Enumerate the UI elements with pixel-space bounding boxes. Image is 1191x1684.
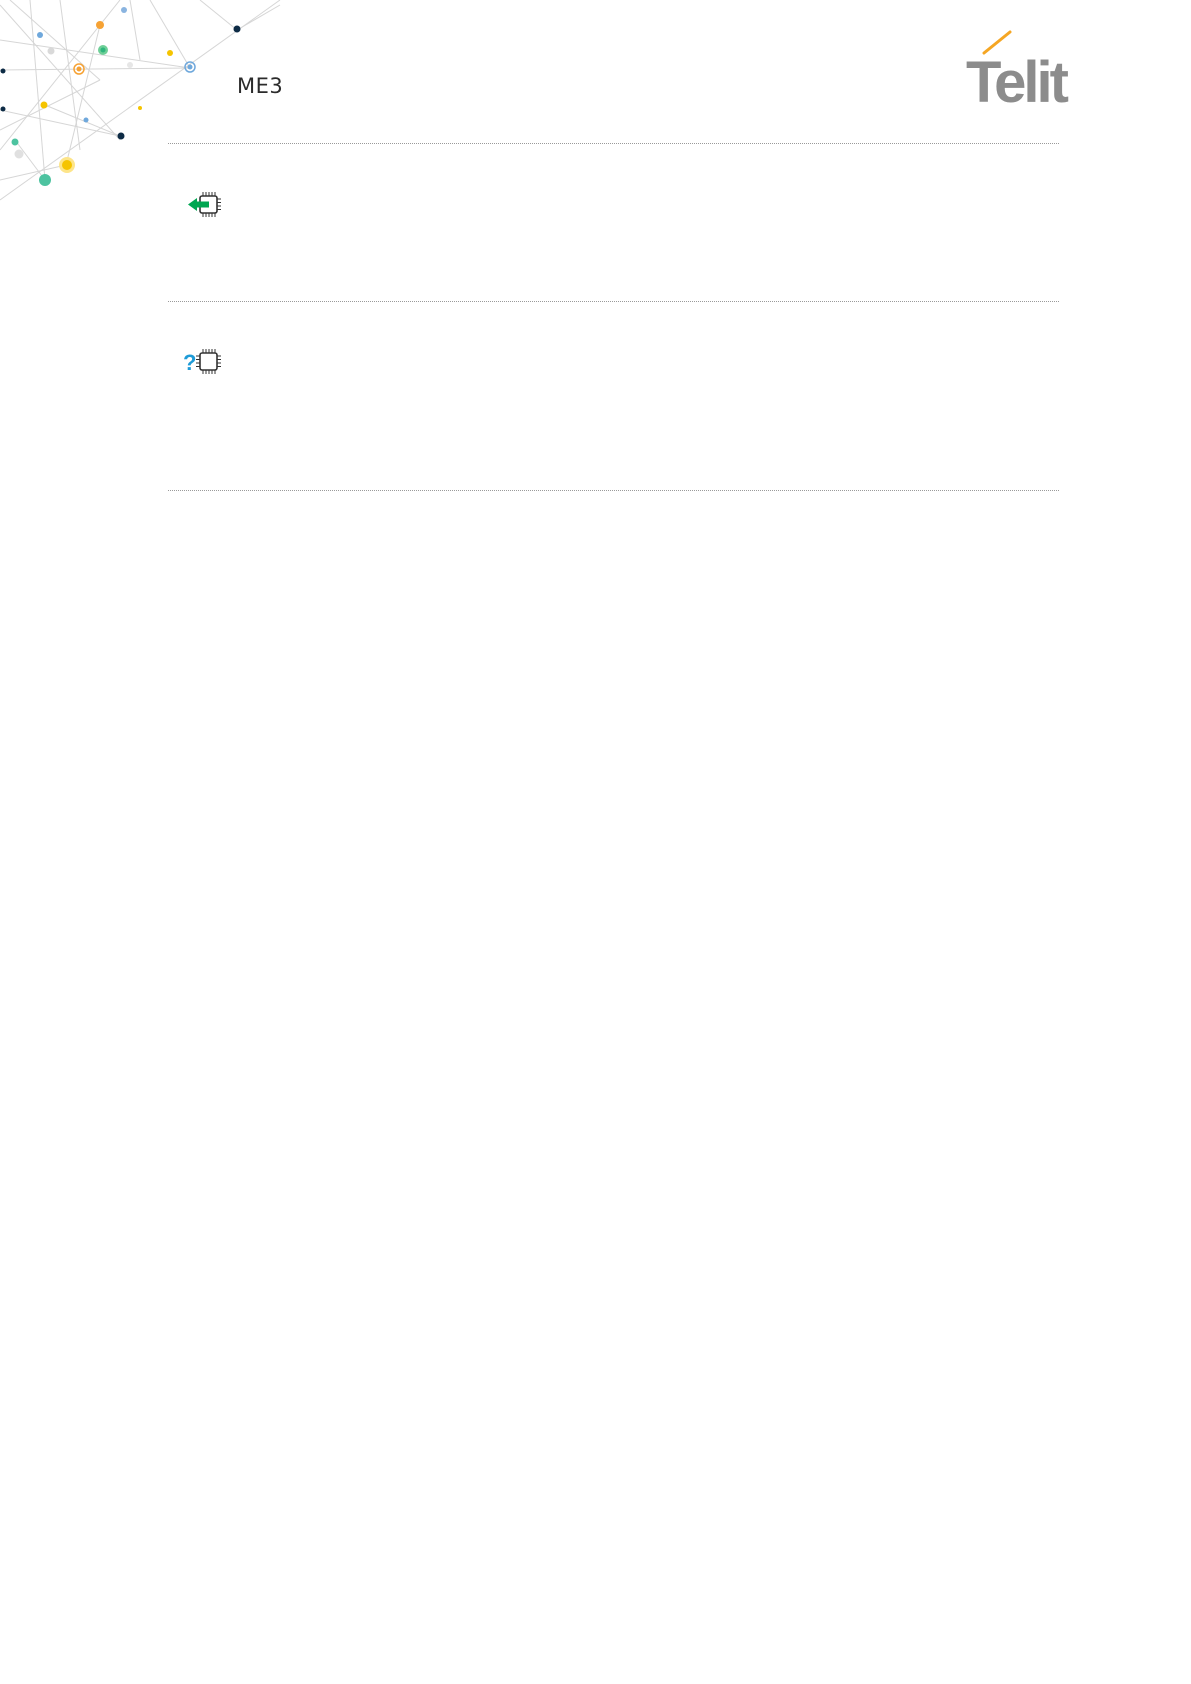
decorative-network-graphic: [0, 0, 281, 201]
section-divider: [168, 143, 1059, 144]
section-divider: [168, 490, 1059, 491]
document-header-title: ME3: [237, 74, 284, 98]
set-command-chip-icon: [188, 192, 221, 217]
section-divider: [168, 301, 1059, 302]
telit-logo: Telit Telit: [966, 30, 1072, 108]
svg-text:?: ?: [183, 350, 196, 375]
svg-text:Telit: Telit: [966, 50, 1069, 108]
read-command-chip-icon: ?: [183, 349, 221, 375]
